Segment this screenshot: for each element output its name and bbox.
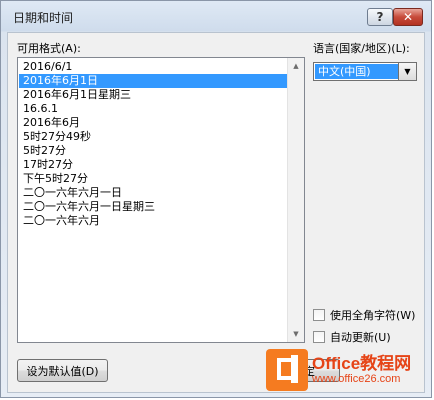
format-list-item[interactable]: 2016年6月1日星期三 [19, 88, 287, 102]
help-button[interactable]: ? [367, 8, 393, 26]
format-list-item[interactable]: 5时27分49秒 [19, 130, 287, 144]
formats-label: 可用格式(A): [17, 42, 81, 55]
watermark-url: www.office26.com [312, 373, 401, 386]
set-default-label: 设为默认值(D) [26, 364, 99, 378]
fullwidth-option[interactable]: 使用全角字符(W) [313, 307, 415, 323]
scroll-up-icon[interactable]: ▲ [288, 58, 304, 74]
format-list-item[interactable]: 二〇一六年六月一日星期三 [19, 200, 287, 214]
language-select[interactable]: 中文(中国) ▼ [313, 62, 417, 81]
office-logo-icon [266, 349, 308, 391]
format-list-item[interactable]: 5时27分 [19, 144, 287, 158]
fullwidth-label: 使用全角字符(W) [330, 309, 416, 322]
scroll-down-icon[interactable]: ▼ [288, 326, 304, 342]
format-list-item[interactable]: 2016/6/1 [19, 60, 287, 74]
watermark-text: Office教程网 www.office26.com [312, 353, 412, 386]
autoupdate-checkbox[interactable] [313, 331, 325, 343]
formats-listbox[interactable]: 2016/6/1 2016年6月1日 2016年6月1日星期三 16.6.1 2016年… [17, 57, 305, 343]
title-bar: 日期和时间 ? ✕ [1, 1, 431, 31]
formats-scrollbar[interactable]: ▲ ▼ [287, 58, 304, 342]
format-list-item[interactable]: 二〇一六年六月 [19, 214, 287, 228]
format-list-item[interactable]: 二〇一六年六月一日 [19, 186, 287, 200]
site-watermark: Office教程网 www.office26.com [266, 347, 430, 393]
autoupdate-option[interactable]: 自动更新(U) [313, 329, 391, 345]
language-label: 语言(国家/地区)(L): [313, 42, 410, 55]
help-icon: ? [376, 10, 384, 24]
format-list-item[interactable]: 2016年6月1日 [19, 74, 287, 88]
format-list-item[interactable]: 下午5时27分 [19, 172, 287, 186]
close-icon: ✕ [402, 10, 414, 24]
chevron-down-icon[interactable]: ▼ [398, 63, 416, 80]
fullwidth-checkbox[interactable] [313, 309, 325, 321]
formats-list: 2016/6/1 2016年6月1日 2016年6月1日星期三 16.6.1 2016年… [19, 60, 287, 228]
format-list-item[interactable]: 16.6.1 [19, 102, 287, 116]
dialog-title: 日期和时间 [13, 11, 74, 25]
dialog-body: 可用格式(A): 2016/6/1 2016年6月1日 2016年6月1日星期三 16… [7, 32, 425, 393]
set-default-button[interactable]: 设为默认值(D) [17, 359, 108, 382]
date-time-dialog: 日期和时间 ? ✕ 可用格式(A): 2016/6/1 2016年6月1日 2016… [0, 0, 432, 398]
format-list-item[interactable]: 2016年6月 [19, 116, 287, 130]
autoupdate-label: 自动更新(U) [330, 331, 391, 344]
language-value: 中文(中国) [315, 64, 400, 79]
close-button[interactable]: ✕ [393, 8, 423, 26]
format-list-item[interactable]: 17时27分 [19, 158, 287, 172]
watermark-main: Office教程网 [312, 353, 412, 373]
